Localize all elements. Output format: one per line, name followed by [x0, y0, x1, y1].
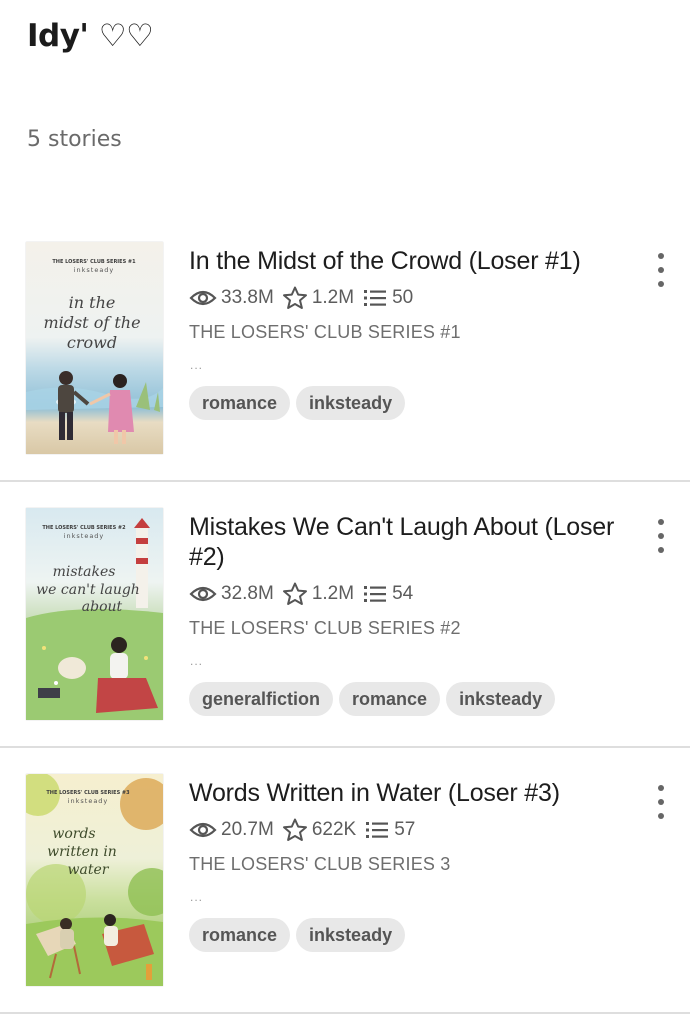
eye-icon	[189, 822, 217, 838]
cover-script-line: mistakes	[53, 564, 116, 580]
more-vertical-icon	[658, 785, 664, 791]
tag-list: romance inksteady	[189, 386, 411, 420]
story-cover[interactable]: THE LOSERS' CLUB SERIES #3 inksteady wor…	[26, 774, 163, 986]
cover-series-text: THE LOSERS' CLUB SERIES #1	[52, 259, 136, 265]
story-stats: 20.7M 622K 57	[189, 817, 423, 843]
description-ellipsis: ...	[190, 654, 204, 668]
more-options-button[interactable]	[652, 785, 670, 819]
votes-count: 1.2M	[311, 287, 355, 308]
cover-script-line: written in	[47, 844, 117, 860]
star-icon	[282, 286, 307, 309]
tag-pill[interactable]: romance	[189, 918, 291, 952]
divider	[0, 746, 690, 748]
tag-pill[interactable]: generalfiction	[189, 682, 334, 716]
divider	[0, 1012, 690, 1014]
story-item[interactable]: THE LOSERS' CLUB SERIES #3 inksteady wor…	[0, 752, 690, 1018]
profile-list-title: Idy' ♡♡	[27, 18, 154, 54]
eye-icon	[189, 586, 217, 602]
votes-stat: 1.2M	[282, 582, 354, 606]
cover-script-line: words	[52, 826, 95, 842]
description-ellipsis: ...	[190, 358, 204, 372]
cover-script-line: in the	[69, 293, 116, 312]
list-icon	[364, 290, 387, 306]
story-cover[interactable]: THE LOSERS' CLUB SERIES #2 inksteady mis…	[26, 508, 163, 720]
cover-author-text: inksteady	[74, 266, 115, 274]
tag-pill[interactable]: romance	[339, 682, 441, 716]
story-item[interactable]: THE LOSERS' CLUB SERIES #1 inksteady in …	[0, 220, 690, 486]
list-icon	[364, 586, 387, 602]
reads-stat: 33.8M	[189, 287, 274, 309]
reads-count: 20.7M	[221, 819, 274, 840]
cover-series-text: THE LOSERS' CLUB SERIES #3	[46, 790, 130, 796]
parts-count: 54	[392, 583, 414, 604]
story-count: 5 stories	[27, 127, 122, 152]
cover-author-text: inksteady	[68, 797, 109, 805]
reads-count: 33.8M	[221, 287, 274, 308]
cover-script-line: midst of the	[43, 313, 140, 332]
more-options-button[interactable]	[652, 519, 670, 553]
eye-icon	[189, 290, 217, 306]
tag-list: romance inksteady	[189, 918, 411, 952]
parts-stat: 57	[364, 819, 415, 841]
story-stats: 33.8M 1.2M 50	[189, 285, 421, 311]
story-description: THE LOSERS' CLUB SERIES #1	[189, 322, 461, 342]
votes-count: 622K	[311, 819, 357, 840]
more-vertical-icon	[658, 519, 664, 525]
story-stats: 32.8M 1.2M 54	[189, 581, 421, 607]
cover-script-line: crowd	[67, 333, 117, 352]
reads-stat: 32.8M	[189, 583, 274, 605]
story-item[interactable]: THE LOSERS' CLUB SERIES #2 inksteady mis…	[0, 486, 690, 752]
cover-script-line: about	[82, 599, 123, 615]
reads-stat: 20.7M	[189, 819, 274, 841]
cover-script-line: water	[68, 862, 110, 878]
divider	[0, 480, 690, 482]
list-icon	[366, 822, 389, 838]
cover-script-line: we can't laugh	[36, 582, 140, 598]
tag-pill[interactable]: romance	[189, 386, 291, 420]
parts-stat: 54	[362, 583, 413, 605]
parts-count: 57	[394, 819, 416, 840]
story-description: THE LOSERS' CLUB SERIES 3	[189, 854, 451, 874]
votes-stat: 622K	[282, 818, 356, 842]
star-icon	[282, 818, 307, 841]
votes-stat: 1.2M	[282, 286, 354, 310]
story-title[interactable]: In the Midst of the Crowd (Loser #1)	[189, 246, 629, 276]
reads-count: 32.8M	[221, 583, 274, 604]
more-options-button[interactable]	[652, 253, 670, 287]
tag-pill[interactable]: inksteady	[296, 386, 406, 420]
story-description: THE LOSERS' CLUB SERIES #2	[189, 618, 461, 638]
story-title[interactable]: Words Written in Water (Loser #3)	[189, 778, 629, 808]
star-icon	[282, 582, 307, 605]
story-cover[interactable]: THE LOSERS' CLUB SERIES #1 inksteady in …	[26, 242, 163, 454]
tag-pill[interactable]: inksteady	[296, 918, 406, 952]
story-title[interactable]: Mistakes We Can't Laugh About (Loser #2)	[189, 512, 629, 572]
parts-stat: 50	[362, 287, 413, 309]
description-ellipsis: ...	[190, 890, 204, 904]
tag-list: generalfiction romance inksteady	[189, 682, 561, 716]
more-vertical-icon	[658, 253, 664, 259]
votes-count: 1.2M	[311, 583, 355, 604]
parts-count: 50	[392, 287, 414, 308]
tag-pill[interactable]: inksteady	[446, 682, 556, 716]
cover-author-text: inksteady	[64, 532, 105, 540]
cover-series-text: THE LOSERS' CLUB SERIES #2	[42, 525, 126, 531]
